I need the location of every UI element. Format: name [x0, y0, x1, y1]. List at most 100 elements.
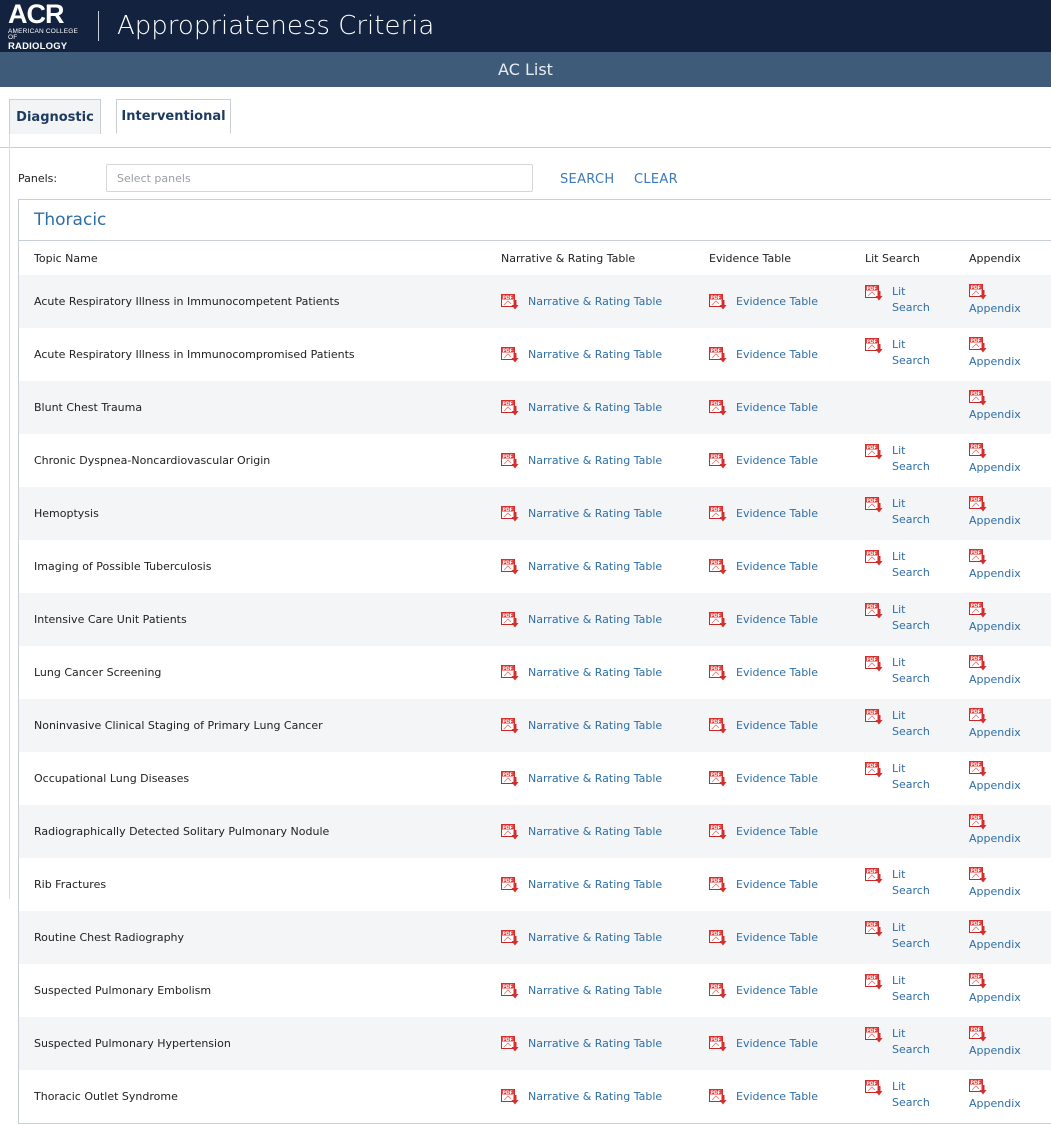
evidence-table-link[interactable]: PDF Evidence Table: [709, 452, 818, 469]
panels-select-input[interactable]: [106, 164, 533, 192]
pdf-download-icon: PDF: [969, 655, 987, 671]
evidence-table-link[interactable]: PDF Evidence Table: [709, 770, 818, 787]
pdf-download-icon: PDF: [709, 293, 727, 309]
evidence-link-label: Evidence Table: [736, 295, 818, 308]
lit-search-link[interactable]: PDF Lit Search: [865, 921, 930, 952]
lit-search-link[interactable]: PDF Lit Search: [865, 1027, 930, 1058]
evidence-table-link[interactable]: PDF Evidence Table: [709, 876, 818, 893]
narrative-link-label: Narrative & Rating Table: [528, 984, 663, 997]
appendix-link[interactable]: PDF Appendix: [969, 814, 1021, 846]
narrative-rating-table-link[interactable]: PDF Narrative & Rating Table: [501, 717, 662, 734]
appendix-link[interactable]: PDF Appendix: [969, 390, 1021, 422]
evidence-table-link[interactable]: PDF Evidence Table: [709, 982, 818, 999]
evidence-table-link[interactable]: PDF Evidence Table: [709, 293, 818, 310]
pdf-download-icon: PDF: [501, 929, 519, 945]
lit-search-link[interactable]: PDF Lit Search: [865, 762, 930, 793]
pdf-download-icon: PDF: [865, 603, 883, 619]
appendix-link[interactable]: PDF Appendix: [969, 337, 1021, 369]
narrative-rating-table-link[interactable]: PDF Narrative & Rating Table: [501, 611, 662, 628]
appendix-link[interactable]: PDF Appendix: [969, 602, 1021, 634]
evidence-link-label: Evidence Table: [736, 719, 818, 732]
evidence-table-link[interactable]: PDF Evidence Table: [709, 611, 818, 628]
lit-search-link[interactable]: PDF Lit Search: [865, 974, 930, 1005]
narrative-rating-table-link[interactable]: PDF Narrative & Rating Table: [501, 664, 663, 681]
pdf-download-icon: PDF: [969, 1079, 987, 1095]
appendix-link[interactable]: PDF Appendix: [969, 284, 1021, 316]
evidence-table-link[interactable]: PDF Evidence Table: [709, 1035, 818, 1052]
svg-text:PDF: PDF: [867, 1028, 877, 1034]
narrative-rating-table-link[interactable]: PDF Narrative & Rating Table: [501, 929, 662, 946]
appendix-link[interactable]: PDF Appendix: [969, 761, 1021, 793]
lit-search-link[interactable]: PDF Lit Search: [865, 709, 930, 740]
narrative-rating-table-link[interactable]: PDF Narrative & Rating Table: [501, 399, 662, 416]
lit-search-link[interactable]: PDF Lit Search: [865, 497, 930, 528]
svg-text:PDF: PDF: [867, 763, 877, 769]
appendix-link[interactable]: PDF Appendix: [969, 1026, 1021, 1058]
evidence-table-link[interactable]: PDF Evidence Table: [709, 558, 818, 575]
col-evidence: Evidence Table: [709, 251, 791, 265]
appendix-link[interactable]: PDF Appendix: [969, 443, 1021, 475]
pdf-download-icon: PDF: [969, 390, 987, 406]
evidence-table-link[interactable]: PDF Evidence Table: [709, 399, 818, 416]
evidence-table-link[interactable]: PDF Evidence Table: [709, 664, 818, 681]
lit-search-link[interactable]: PDF Lit Search: [865, 338, 930, 369]
clear-button[interactable]: CLEAR: [634, 172, 678, 187]
pdf-download-icon: PDF: [969, 284, 987, 300]
narrative-rating-table-link[interactable]: PDF Narrative & Rating Table: [501, 876, 662, 893]
table-row: Thoracic Outlet Syndrome PDF Narrative & R…: [19, 1070, 1051, 1123]
evidence-table-link[interactable]: PDF Evidence Table: [709, 929, 818, 946]
lit-search-link[interactable]: PDF Lit Search: [865, 1080, 930, 1111]
narrative-rating-table-link[interactable]: PDF Narrative & Rating Table: [501, 770, 662, 787]
narrative-rating-table-link[interactable]: PDF Narrative & Rating Table: [501, 823, 662, 840]
lit-search-link[interactable]: PDF Lit Search: [865, 444, 930, 475]
lit-search-link[interactable]: PDF Lit Search: [865, 603, 930, 634]
narrative-rating-table-link[interactable]: PDF Narrative & Rating Table: [501, 293, 662, 310]
lit-search-link[interactable]: PDF Lit Search: [865, 868, 930, 899]
evidence-table-link[interactable]: PDF Evidence Table: [709, 1088, 818, 1105]
narrative-rating-table-link[interactable]: PDF Narrative & Rating Table: [501, 558, 662, 575]
evidence-table-link[interactable]: PDF Evidence Table: [709, 346, 818, 363]
svg-text:PDF: PDF: [867, 922, 877, 928]
pdf-download-icon: PDF: [501, 611, 519, 627]
lit-label: Lit: [892, 603, 906, 616]
lit-label: Lit: [892, 1027, 906, 1040]
pdf-download-icon: PDF: [709, 558, 727, 574]
svg-text:PDF: PDF: [971, 338, 981, 344]
evidence-table-link[interactable]: PDF Evidence Table: [709, 505, 818, 522]
topic-name: Lung Cancer Screening: [34, 666, 162, 679]
topic-name: Suspected Pulmonary Embolism: [34, 984, 212, 997]
appendix-link[interactable]: PDF Appendix: [969, 920, 1021, 952]
svg-text:PDF: PDF: [503, 719, 513, 725]
narrative-rating-table-link[interactable]: PDF Narrative & Rating Table: [501, 346, 662, 363]
narrative-link-label: Narrative & Rating Table: [528, 666, 663, 679]
evidence-table-link[interactable]: PDF Evidence Table: [709, 717, 818, 734]
acr-logo[interactable]: ACR AMERICAN COLLEGE OF RADIOLOGY: [8, 0, 80, 52]
appendix-link[interactable]: PDF Appendix: [969, 973, 1021, 1005]
appendix-link[interactable]: PDF Appendix: [969, 496, 1021, 528]
lit-search-link[interactable]: PDF Lit Search: [865, 656, 930, 687]
tab-interventional[interactable]: Interventional: [116, 99, 231, 134]
narrative-rating-table-link[interactable]: PDF Narrative & Rating Table: [501, 1088, 662, 1105]
narrative-rating-table-link[interactable]: PDF Narrative & Rating Table: [501, 1035, 662, 1052]
narrative-rating-table-link[interactable]: PDF Narrative & Rating Table: [501, 505, 662, 522]
svg-text:PDF: PDF: [711, 719, 721, 725]
appendix-link[interactable]: PDF Appendix: [969, 549, 1021, 581]
narrative-rating-table-link[interactable]: PDF Narrative & Rating Table: [501, 982, 663, 999]
pdf-download-icon: PDF: [501, 664, 519, 680]
appendix-label: Appendix: [969, 514, 1021, 527]
app-title: Appropriateness Criteria: [117, 11, 435, 41]
lit-search-link[interactable]: PDF Lit Search: [865, 285, 930, 316]
appendix-link[interactable]: PDF Appendix: [969, 655, 1021, 687]
topic-name: Imaging of Possible Tuberculosis: [34, 560, 212, 573]
col-appendix: Appendix: [969, 251, 1021, 265]
evidence-table-link[interactable]: PDF Evidence Table: [709, 823, 818, 840]
appendix-link[interactable]: PDF Appendix: [969, 867, 1021, 899]
narrative-rating-table-link[interactable]: PDF Narrative & Rating Table: [501, 452, 662, 469]
tab-diagnostic[interactable]: Diagnostic: [9, 99, 101, 134]
panel-title: Thoracic: [19, 200, 1051, 241]
appendix-link[interactable]: PDF Appendix: [969, 1079, 1021, 1111]
search-button[interactable]: SEARCH: [560, 172, 614, 187]
lit-search-link[interactable]: PDF Lit Search: [865, 550, 930, 581]
svg-text:PDF: PDF: [503, 666, 513, 672]
appendix-link[interactable]: PDF Appendix: [969, 708, 1021, 740]
